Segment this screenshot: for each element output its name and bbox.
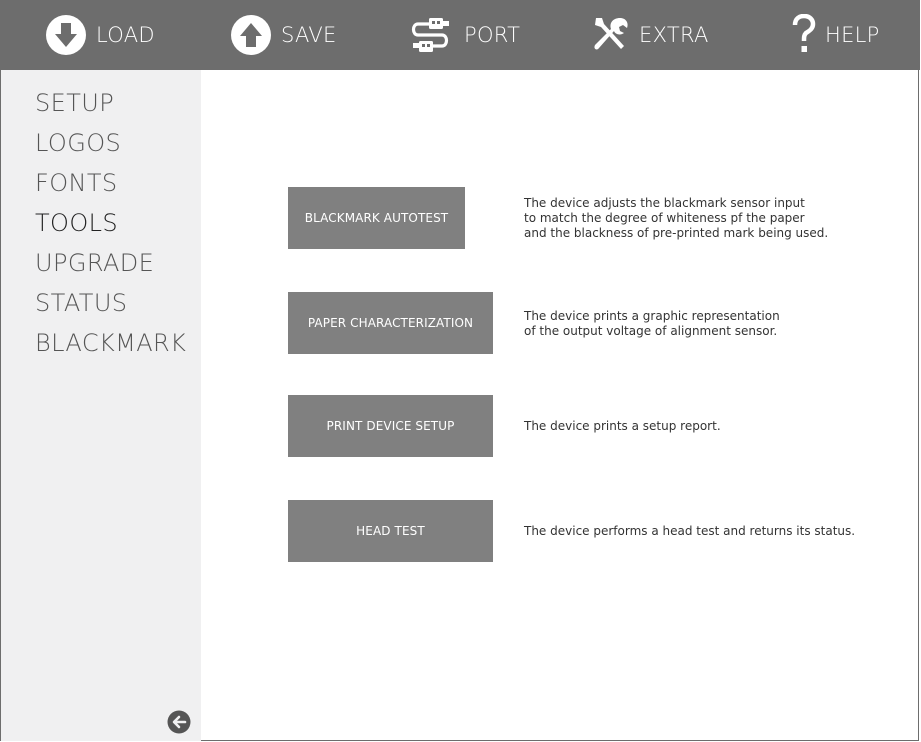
sidebar-item-upgrade[interactable]: UPGRADE: [35, 249, 154, 277]
sidebar-item-logos[interactable]: LOGOS: [35, 129, 121, 157]
sidebar-item-status[interactable]: STATUS: [35, 289, 127, 317]
save-label: SAVE: [281, 23, 337, 47]
save-button[interactable]: SAVE: [230, 0, 337, 70]
paper-characterization-button[interactable]: PAPER CHARACTERIZATION: [288, 292, 493, 354]
sidebar: SETUP LOGOS FONTS TOOLS UPGRADE STATUS B…: [1, 70, 201, 741]
print-device-setup-button[interactable]: PRINT DEVICE SETUP: [288, 395, 493, 457]
question-mark-icon: [792, 14, 816, 56]
port-button[interactable]: PORT: [409, 0, 520, 70]
arrow-left-circle-icon: [167, 710, 191, 734]
tools-wrench-screwdriver-icon: [590, 14, 630, 56]
blackmark-autotest-description: The device adjusts the blackmark sensor …: [524, 196, 829, 240]
load-button[interactable]: LOAD: [45, 0, 155, 70]
sidebar-item-fonts[interactable]: FONTS: [35, 169, 118, 197]
download-circle-icon: [45, 14, 87, 56]
usb-cable-icon: [409, 14, 455, 56]
upload-circle-icon: [230, 14, 272, 56]
load-label: LOAD: [96, 23, 155, 47]
extra-button[interactable]: EXTRA: [590, 0, 709, 70]
paper-characterization-description: The device prints a graphic representati…: [524, 309, 780, 338]
print-device-setup-description: The device prints a setup report.: [524, 419, 721, 433]
top-toolbar: LOAD SAVE PORT EXTRA HELP: [1, 0, 920, 70]
collapse-sidebar-button[interactable]: [167, 710, 191, 734]
help-label: HELP: [825, 23, 880, 47]
port-label: PORT: [464, 23, 521, 47]
blackmark-autotest-button[interactable]: BLACKMARK AUTOTEST: [288, 187, 465, 249]
head-test-button[interactable]: HEAD TEST: [288, 500, 493, 562]
extra-label: EXTRA: [639, 23, 709, 47]
sidebar-item-setup[interactable]: SETUP: [35, 89, 114, 117]
help-button[interactable]: HELP: [792, 0, 880, 70]
sidebar-item-tools[interactable]: TOOLS: [35, 209, 118, 237]
head-test-description: The device performs a head test and retu…: [524, 524, 856, 538]
sidebar-item-blackmark[interactable]: BLACKMARK: [35, 329, 186, 357]
app-window: LOAD SAVE PORT EXTRA HELP SETUP LOGOS FO…: [0, 0, 920, 741]
